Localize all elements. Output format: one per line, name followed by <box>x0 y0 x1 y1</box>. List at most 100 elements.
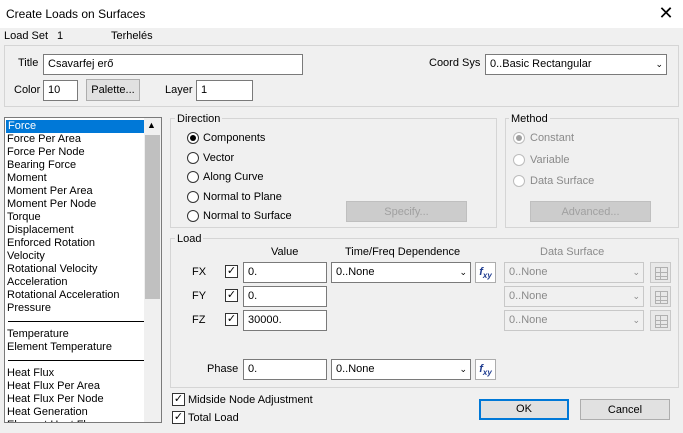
coordsys-select[interactable]: 0..Basic Rectangular ⌄ <box>485 54 667 75</box>
specify-button[interactable]: Specify... <box>346 201 467 222</box>
direction-radio[interactable] <box>187 132 199 144</box>
advanced-button[interactable]: Advanced... <box>530 201 651 222</box>
table-icon[interactable] <box>650 286 671 307</box>
scroll-thumb[interactable] <box>145 135 160 299</box>
list-scrollbar[interactable]: ▲ <box>144 118 161 422</box>
list-item[interactable]: Enforced Rotation <box>7 237 95 250</box>
direction-option-label: Normal to Surface <box>203 210 292 222</box>
ok-button[interactable]: OK <box>479 399 569 420</box>
data-surface-value: 0..None <box>509 314 548 326</box>
direction-label: Direction <box>175 113 223 125</box>
chevron-down-icon: ⌄ <box>459 364 467 374</box>
direction-option-label: Along Curve <box>203 171 264 183</box>
list-item[interactable]: Torque <box>7 211 41 224</box>
load-row-checkbox[interactable]: ✓ <box>225 313 238 326</box>
method-label: Method <box>509 113 550 125</box>
check-icon: ✓ <box>226 265 237 277</box>
method-radio[interactable] <box>513 175 525 187</box>
load-value-input[interactable]: 0. <box>243 286 327 307</box>
function-xy: xy <box>482 271 492 281</box>
list-item[interactable]: Velocity <box>7 250 45 263</box>
layer-input[interactable]: 1 <box>196 80 253 101</box>
list-separator <box>8 360 144 361</box>
list-item[interactable]: Pressure <box>7 302 51 315</box>
method-radio[interactable] <box>513 154 525 166</box>
data-surface-select[interactable]: 0..None ⌄ <box>504 262 644 283</box>
col-time-header: Time/Freq Dependence <box>345 246 461 258</box>
scroll-up-icon[interactable]: ▲ <box>147 120 156 130</box>
cancel-button[interactable]: Cancel <box>580 399 670 420</box>
list-item[interactable]: Moment Per Area <box>7 185 93 198</box>
list-item[interactable]: Rotational Velocity <box>7 263 98 276</box>
chevron-down-icon: ⌄ <box>632 291 640 301</box>
load-row-label: FZ <box>192 314 206 326</box>
check-icon: ✓ <box>173 393 184 405</box>
loadset-label: Load Set <box>4 30 49 42</box>
list-item[interactable]: Displacement <box>7 224 74 237</box>
chevron-down-icon: ⌄ <box>632 267 640 277</box>
function-icon[interactable]: fxy <box>475 262 496 283</box>
coordsys-value: 0..Basic Rectangular <box>490 58 592 70</box>
list-item[interactable]: Heat Flux Per Area <box>7 380 100 393</box>
layer-label: Layer <box>165 84 193 96</box>
load-label: Load <box>175 233 204 245</box>
method-radio[interactable] <box>513 132 525 144</box>
midside-label: Midside Node Adjustment <box>188 394 313 406</box>
direction-radio[interactable] <box>187 171 199 183</box>
table-icon[interactable] <box>650 310 671 331</box>
direction-radio[interactable] <box>187 210 199 222</box>
list-item[interactable]: Temperature <box>7 328 69 341</box>
direction-option-label: Normal to Plane <box>203 191 282 203</box>
phase-label: Phase <box>207 363 239 375</box>
load-row-checkbox[interactable]: ✓ <box>225 289 238 302</box>
check-icon: ✓ <box>226 313 237 325</box>
title-input[interactable]: Csavarfej erő <box>43 54 303 75</box>
list-item[interactable]: Rotational Acceleration <box>7 289 120 302</box>
table-icon[interactable] <box>650 262 671 283</box>
loadset-name: Terhelés <box>111 30 153 42</box>
load-row-checkbox[interactable]: ✓ <box>225 265 238 278</box>
list-item[interactable]: Force Per Area <box>7 133 81 146</box>
total-load-label: Total Load <box>188 412 239 424</box>
data-surface-select[interactable]: 0..None ⌄ <box>504 286 644 307</box>
list-item[interactable]: Element Heat Flux <box>7 419 97 422</box>
midside-checkbox[interactable]: ✓ <box>172 393 185 406</box>
direction-option-label: Vector <box>203 152 235 164</box>
check-icon: ✓ <box>226 289 237 301</box>
color-input[interactable]: 10 <box>43 80 78 101</box>
palette-button[interactable]: Palette... <box>86 79 140 101</box>
phase-input[interactable]: 0. <box>243 359 327 380</box>
function-icon[interactable]: fxy <box>475 359 496 380</box>
data-surface-value: 0..None <box>509 290 548 302</box>
phase-time-select[interactable]: 0..None ⌄ <box>331 359 471 380</box>
list-item[interactable]: Moment <box>7 172 47 185</box>
check-icon: ✓ <box>173 411 184 423</box>
list-item[interactable]: Heat Generation <box>7 406 88 419</box>
direction-radio[interactable] <box>187 152 199 164</box>
coordsys-label: Coord Sys <box>429 57 481 69</box>
load-value-input[interactable]: 0. <box>243 262 327 283</box>
method-option-label: Constant <box>530 132 575 144</box>
direction-radio[interactable] <box>187 191 199 203</box>
list-item[interactable]: Heat Flux <box>7 367 54 380</box>
time-dependence-select[interactable]: 0..None ⌄ <box>331 262 471 283</box>
close-icon[interactable]: ✕ <box>655 2 677 24</box>
list-item[interactable]: Moment Per Node <box>7 198 96 211</box>
load-type-list[interactable]: Force Force Per Area Force Per Node Bearing… <box>4 117 162 423</box>
title-label: Title <box>18 57 39 69</box>
list-item[interactable]: Force Per Node <box>7 146 85 159</box>
total-load-checkbox[interactable]: ✓ <box>172 411 185 424</box>
list-item[interactable]: Element Temperature <box>7 341 112 354</box>
list-item[interactable]: Heat Flux Per Node <box>7 393 104 406</box>
list-item[interactable]: Force <box>6 120 146 133</box>
window-title: Create Loads on Surfaces <box>6 7 146 21</box>
list-item[interactable]: Acceleration <box>7 276 68 289</box>
data-surface-select[interactable]: 0..None ⌄ <box>504 310 644 331</box>
load-value-input[interactable]: 30000. <box>243 310 327 331</box>
load-row-label: FX <box>192 266 207 278</box>
data-surface-value: 0..None <box>509 266 548 278</box>
color-label: Color <box>14 84 41 96</box>
chevron-down-icon: ⌄ <box>459 267 467 277</box>
method-option-label: Variable <box>530 154 570 166</box>
list-item[interactable]: Bearing Force <box>7 159 76 172</box>
